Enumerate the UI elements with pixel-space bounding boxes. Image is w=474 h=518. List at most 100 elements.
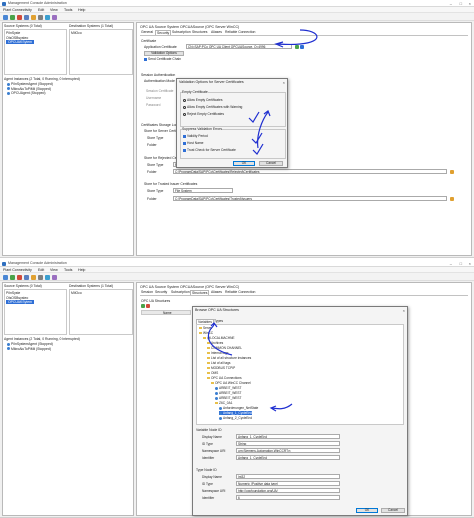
- menu-help[interactable]: Help: [78, 268, 85, 272]
- destination-systems-list[interactable]: MiIOco: [69, 29, 133, 75]
- list-item-selected[interactable]: OPCUAKSytem: [6, 40, 34, 44]
- start-icon[interactable]: [10, 274, 15, 280]
- certificate-view-icon[interactable]: [300, 44, 304, 49]
- tree-item[interactable]: Anforderungen_NetState: [219, 406, 258, 410]
- tree-item[interactable]: Internal tags: [207, 351, 229, 355]
- agent-row[interactable]: MikroAiuToPiMii (Stopped): [7, 87, 51, 91]
- tree-item[interactable]: List of all tags: [207, 361, 231, 365]
- tree-item[interactable]: COMMON CHANNEL: [207, 346, 242, 350]
- source-systems-list[interactable]: PiInSyste OIsOSBsysteo OPCUAKSytem: [4, 289, 67, 335]
- agent-row[interactable]: PiInSystemAgent (Stopped): [7, 342, 53, 346]
- close-icon[interactable]: ×: [469, 1, 471, 6]
- start-icon[interactable]: [10, 14, 15, 20]
- list-item-selected[interactable]: OPCUAKSytem: [6, 300, 34, 304]
- stop-icon[interactable]: [17, 14, 22, 20]
- list-item[interactable]: MiIOco: [71, 291, 82, 295]
- menu-tools[interactable]: Tools: [64, 268, 72, 272]
- menu-plant-connectivity[interactable]: Plant Connectivity: [3, 268, 32, 272]
- refresh-icon[interactable]: [45, 274, 50, 280]
- menu-plant-connectivity[interactable]: Plant Connectivity: [3, 8, 32, 12]
- tree-item[interactable]: MODBUS TCPIP: [207, 366, 235, 370]
- refresh-icon[interactable]: [45, 14, 50, 20]
- ok-button[interactable]: OK: [356, 508, 378, 513]
- trusted-folder-field[interactable]: C:\ProgramData\SAP\PCo\Certificates\Trus…: [173, 196, 447, 201]
- settings-icon[interactable]: [52, 14, 57, 20]
- tab-session[interactable]: Session: [140, 290, 154, 294]
- tab-subscription[interactable]: Subscription: [171, 30, 192, 34]
- tree-item[interactable]: ARBEIT_WEST: [215, 396, 242, 400]
- minimize-icon[interactable]: –: [450, 261, 452, 266]
- reject-empty-radio[interactable]: Reject Empty Certificates: [183, 112, 224, 116]
- agent-row[interactable]: PiInSystemAgent (Stopped): [7, 82, 53, 86]
- id-type-field[interactable]: String: [236, 441, 340, 446]
- agent-row[interactable]: OPCUAgent (Stopped): [7, 91, 46, 95]
- list-item[interactable]: MiIOco: [71, 31, 82, 35]
- node-tree[interactable]: Server WinCC @LOCALMACHNE Archives COMMO…: [196, 324, 404, 425]
- tab-aliases[interactable]: Aliases: [210, 290, 223, 294]
- identifier-field[interactable]: Anfang_1_CycleEnd: [236, 455, 340, 460]
- tab-reliable-connection[interactable]: Reliable Connection: [224, 290, 256, 294]
- tab-types[interactable]: Types: [213, 319, 224, 323]
- trust-check-checkbox[interactable]: Trust Check for Server Certificate: [183, 148, 236, 152]
- close-icon[interactable]: ×: [469, 261, 471, 266]
- minimize-icon[interactable]: –: [450, 1, 452, 6]
- tree-item[interactable]: List of all structure instances: [207, 356, 251, 360]
- folder-icon[interactable]: [31, 14, 36, 20]
- list-item[interactable]: OIsOSBsysteo: [6, 36, 28, 40]
- type-id-type-field[interactable]: Numeric (Positive data type): [236, 481, 340, 486]
- close-icon[interactable]: ×: [403, 308, 405, 313]
- delete-icon[interactable]: [38, 14, 43, 20]
- type-display-name-field[interactable]: Int32: [236, 474, 340, 479]
- tree-item[interactable]: OMS: [207, 371, 218, 375]
- remove-structure-icon[interactable]: [146, 304, 150, 308]
- cancel-button[interactable]: Cancel: [259, 161, 283, 166]
- maximize-icon[interactable]: □: [460, 1, 462, 6]
- type-namespace-uri-field[interactable]: http://opcfoundation.org/UA/: [236, 488, 340, 493]
- browse-folder-icon[interactable]: [450, 169, 454, 174]
- tree-item[interactable]: Archives: [207, 341, 223, 345]
- menu-view[interactable]: View: [50, 268, 58, 272]
- certificate-add-icon[interactable]: [295, 44, 299, 49]
- allow-empty-radio[interactable]: Allow Empty Certificates: [183, 98, 223, 102]
- tree-item-selected[interactable]: Anfang_1_CycleEnd: [219, 411, 253, 415]
- tab-aliases[interactable]: Aliases: [210, 30, 223, 34]
- tab-subscription[interactable]: Subscription: [170, 290, 191, 294]
- new-icon[interactable]: [3, 14, 8, 20]
- type-identifier-field[interactable]: 6: [236, 495, 340, 500]
- trusted-store-type-select[interactable]: File System: [173, 188, 233, 193]
- tree-item[interactable]: OPC UA WinCC Channel: [211, 381, 251, 385]
- allow-empty-warning-radio[interactable]: Allow Empty Certificates with Warning: [183, 105, 242, 109]
- list-item[interactable]: OIsOSBsysteo: [6, 296, 28, 300]
- tree-item[interactable]: OPC UA Connections: [207, 376, 242, 380]
- delete-icon[interactable]: [38, 274, 43, 280]
- send-certificate-chain-checkbox[interactable]: Send Certificate Chain: [144, 57, 181, 61]
- tab-reliable-connection[interactable]: Reliable Connection: [224, 30, 256, 34]
- host-name-checkbox[interactable]: Host Name: [183, 141, 204, 145]
- tab-general[interactable]: General: [140, 30, 154, 34]
- tab-structures[interactable]: Structures: [191, 30, 208, 34]
- close-icon[interactable]: ×: [283, 80, 285, 85]
- save-icon[interactable]: [24, 274, 29, 280]
- save-icon[interactable]: [24, 14, 29, 20]
- folder-icon[interactable]: [31, 274, 36, 280]
- validity-period-checkbox[interactable]: Validity Period: [183, 134, 208, 138]
- maximize-icon[interactable]: □: [460, 261, 462, 266]
- tree-item[interactable]: WinCC: [199, 331, 213, 335]
- destination-systems-list[interactable]: MiIOco: [69, 289, 133, 335]
- new-icon[interactable]: [3, 274, 8, 280]
- validation-options-button[interactable]: Validation Options: [144, 51, 184, 56]
- tree-item[interactable]: ARBEIT_WEST: [215, 391, 242, 395]
- tree-item[interactable]: Server: [199, 326, 212, 330]
- tab-security[interactable]: Security: [154, 290, 168, 294]
- tree-item[interactable]: ARBEIT_WEST: [215, 386, 242, 390]
- ok-button[interactable]: OK: [233, 161, 255, 166]
- tree-item[interactable]: Anfang_2_CycleEnd: [219, 416, 252, 420]
- application-certificate-field[interactable]: CN=SAP:PCo OPC UA Client OPCUASource, O=…: [186, 44, 292, 49]
- tree-item[interactable]: @LOCALMACHNE: [203, 336, 235, 340]
- stop-icon[interactable]: [17, 274, 22, 280]
- settings-icon[interactable]: [52, 274, 57, 280]
- rejected-folder-field[interactable]: C:\ProgramData\SAP\PCo\Certificates\Reje…: [173, 169, 447, 174]
- agent-row[interactable]: MikroAiuToPiMii (Stopped): [7, 347, 51, 351]
- namespace-uri-field[interactable]: urn:Siemens.Automation.WinCCRT:n: [236, 448, 340, 453]
- cancel-button[interactable]: Cancel: [381, 508, 405, 513]
